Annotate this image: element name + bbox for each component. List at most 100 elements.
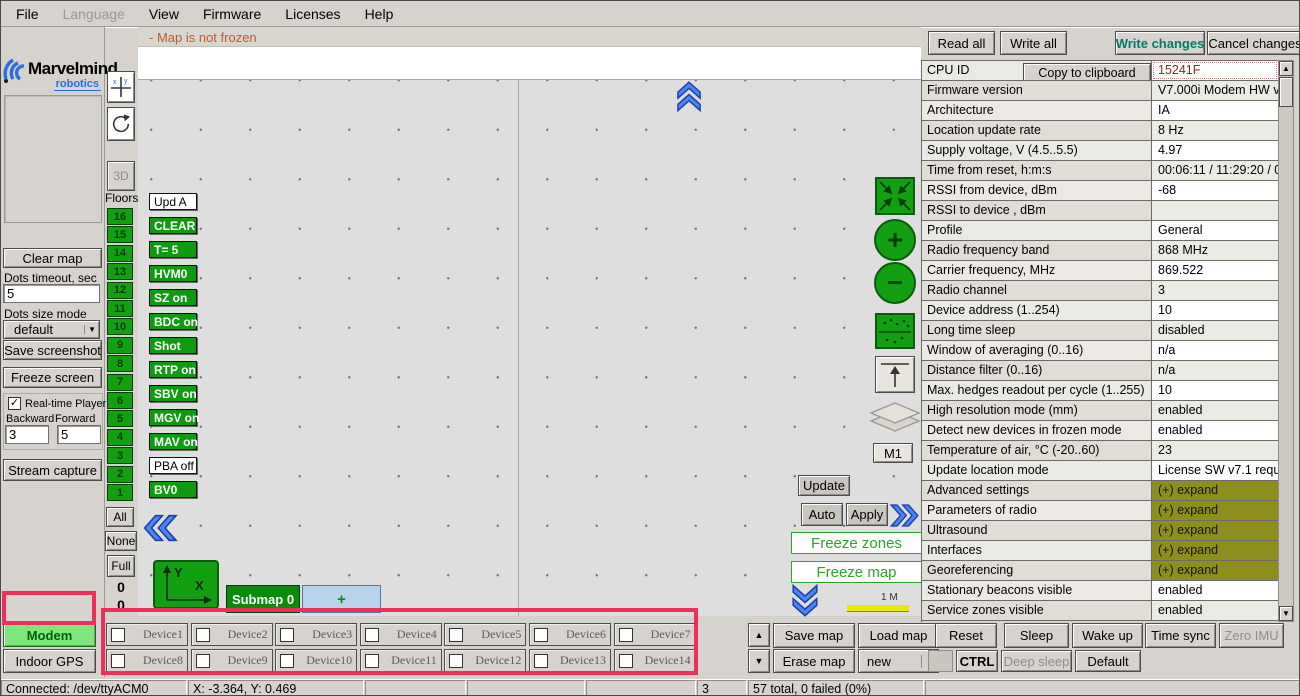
device-cell-device1[interactable]: Device1 <box>106 623 188 646</box>
device-checkbox[interactable] <box>619 628 633 642</box>
property-value[interactable]: V7.000i Modem HW v5 <box>1152 81 1278 100</box>
floor-button-6[interactable]: 6 <box>107 392 133 409</box>
copy-to-clipboard-button[interactable]: Copy to clipboard <box>1023 63 1151 80</box>
pan-up-icon[interactable] <box>675 81 703 113</box>
pan-right-icon[interactable] <box>889 502 919 529</box>
map-toggle-hvm0[interactable]: HVM0 <box>149 265 197 282</box>
sleep-button[interactable]: Sleep <box>1004 623 1069 648</box>
device-page-down-button[interactable]: ▼ <box>748 649 770 673</box>
freeze-map-button[interactable]: Freeze map <box>791 561 922 583</box>
device-cell-device2[interactable]: Device2 <box>191 623 273 646</box>
pan-down-icon[interactable] <box>790 583 820 617</box>
property-expand-cell[interactable]: (+) expand <box>1152 541 1278 560</box>
floor-button-9[interactable]: 9 <box>107 337 133 354</box>
wake-up-button[interactable]: Wake up <box>1072 623 1143 648</box>
property-value[interactable]: enabled <box>1152 401 1278 420</box>
device-cell-device14[interactable]: Device14 <box>614 649 696 672</box>
ctrl-button[interactable]: CTRL <box>956 650 998 672</box>
map-toggle-mgv-on[interactable]: MGV on <box>149 409 197 426</box>
floors-none-button[interactable]: None <box>105 531 137 551</box>
rotate-map-tool-button[interactable] <box>107 107 135 141</box>
menu-help[interactable]: Help <box>356 3 403 25</box>
map-select-dropdown[interactable]: new ▼ <box>858 649 939 673</box>
floor-button-13[interactable]: 13 <box>107 263 133 280</box>
property-value[interactable]: License SW v7.1 requir <box>1152 461 1278 480</box>
indoor-gps-tab[interactable]: Indoor GPS <box>3 649 96 673</box>
device-cell-device12[interactable]: Device12 <box>444 649 526 672</box>
device-cell-device5[interactable]: Device5 <box>444 623 526 646</box>
apply-button[interactable]: Apply <box>846 503 888 526</box>
dots-timeout-input[interactable]: 5 <box>3 284 100 303</box>
floor-button-16[interactable]: 16 <box>107 208 133 225</box>
map-toggle-bdc-on[interactable]: BDC on <box>149 313 197 330</box>
chevron-down-icon[interactable]: ▼ <box>84 325 99 334</box>
scroll-up-icon[interactable]: ▲ <box>1279 61 1293 76</box>
property-value[interactable]: 10 <box>1152 381 1278 400</box>
floor-button-1[interactable]: 1 <box>107 484 133 501</box>
device-cell-device7[interactable]: Device7 <box>614 623 696 646</box>
realtime-player-checkbox[interactable]: ✓ <box>8 397 21 410</box>
auto-button[interactable]: Auto <box>801 503 843 526</box>
fit-to-screen-icon[interactable] <box>875 177 915 215</box>
device-checkbox[interactable] <box>534 654 548 668</box>
dots-size-select[interactable]: default ▼ <box>3 320 100 339</box>
property-value[interactable]: 00:06:11 / 11:29:20 / 0 <box>1152 161 1278 180</box>
properties-scrollbar[interactable]: ▲ ▼ <box>1278 60 1294 622</box>
property-value[interactable]: 23 <box>1152 441 1278 460</box>
property-value[interactable]: 15241F <box>1152 61 1278 80</box>
cancel-changes-button[interactable]: Cancel changes <box>1207 31 1300 55</box>
menu-licenses[interactable]: Licenses <box>276 3 349 25</box>
floor-button-15[interactable]: 15 <box>107 226 133 243</box>
floor-button-4[interactable]: 4 <box>107 429 133 446</box>
m1-button[interactable]: M1 <box>873 443 913 463</box>
show-dots-icon[interactable] <box>875 313 915 349</box>
device-cell-device4[interactable]: Device4 <box>360 623 442 646</box>
menu-language[interactable]: Language <box>54 3 134 25</box>
device-cell-device8[interactable]: Device8 <box>106 649 188 672</box>
map-toggle-sz-on[interactable]: SZ on <box>149 289 197 306</box>
property-value[interactable]: 10 <box>1152 301 1278 320</box>
property-value[interactable]: disabled <box>1152 321 1278 340</box>
device-cell-device11[interactable]: Device11 <box>360 649 442 672</box>
save-map-button[interactable]: Save map <box>773 623 855 648</box>
device-checkbox[interactable] <box>365 628 379 642</box>
property-value[interactable]: n/a <box>1152 361 1278 380</box>
time-sync-button[interactable]: Time sync <box>1145 623 1216 648</box>
layers-icon[interactable] <box>867 399 923 442</box>
map-toggle-clear[interactable]: CLEAR <box>149 217 197 234</box>
floor-button-5[interactable]: 5 <box>107 410 133 427</box>
map-toggle-pba-off[interactable]: PBA off <box>149 457 197 474</box>
stream-capture-button[interactable]: Stream capture <box>3 459 102 481</box>
map-toggle-upd-a[interactable]: Upd A <box>149 193 197 210</box>
zero-imu-button[interactable]: Zero IMU <box>1219 623 1284 648</box>
clear-map-button[interactable]: Clear map <box>3 248 102 268</box>
forward-input[interactable]: 5 <box>57 425 101 444</box>
update-button[interactable]: Update <box>798 475 850 496</box>
property-value[interactable]: 868 MHz <box>1152 241 1278 260</box>
device-cell-device9[interactable]: Device9 <box>191 649 273 672</box>
device-checkbox[interactable] <box>449 654 463 668</box>
default-button[interactable]: Default <box>1075 650 1141 672</box>
zoom-in-icon[interactable]: + <box>874 219 916 261</box>
save-screenshot-button[interactable]: Save screenshot <box>3 340 102 360</box>
reset-button[interactable]: Reset <box>935 623 997 648</box>
floor-button-11[interactable]: 11 <box>107 300 133 317</box>
floor-button-8[interactable]: 8 <box>107 355 133 372</box>
menu-view[interactable]: View <box>140 3 188 25</box>
add-submap-tab[interactable]: + <box>302 585 381 613</box>
device-cell-device10[interactable]: Device10 <box>275 649 357 672</box>
device-checkbox[interactable] <box>280 654 294 668</box>
write-all-button[interactable]: Write all <box>1000 31 1067 55</box>
device-checkbox[interactable] <box>111 654 125 668</box>
map-toggle-t-5[interactable]: T= 5 <box>149 241 197 258</box>
modem-tab[interactable]: Modem <box>3 623 96 647</box>
device-cell-device3[interactable]: Device3 <box>275 623 357 646</box>
tool-3d-button[interactable]: 3D <box>107 161 135 191</box>
zoom-out-icon[interactable]: − <box>874 262 916 304</box>
property-value[interactable]: 8 Hz <box>1152 121 1278 140</box>
property-value[interactable]: IA <box>1152 101 1278 120</box>
freeze-zones-button[interactable]: Freeze zones <box>791 532 922 554</box>
device-page-up-button[interactable]: ▲ <box>748 623 770 647</box>
erase-map-button[interactable]: Erase map <box>773 649 855 673</box>
floor-button-3[interactable]: 3 <box>107 447 133 464</box>
